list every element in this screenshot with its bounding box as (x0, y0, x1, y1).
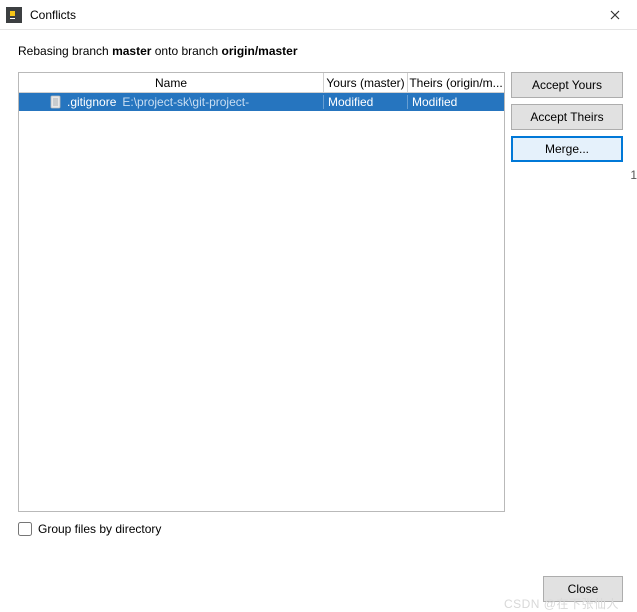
desc-middle: onto branch (151, 44, 221, 58)
file-icon (49, 95, 63, 109)
group-files-checkbox[interactable] (18, 522, 32, 536)
group-files-row: Group files by directory (18, 522, 623, 536)
accept-theirs-button[interactable]: Accept Theirs (511, 104, 623, 130)
cell-yours: Modified (324, 95, 408, 109)
table-body: .gitignore E:\project-sk\git-project- Mo… (19, 93, 504, 511)
stray-text: 1 (630, 168, 637, 182)
app-icon (6, 7, 22, 23)
dialog-footer: Close (543, 576, 623, 602)
conflicts-table: Name Yours (master) Theirs (origin/m... … (18, 72, 505, 512)
cell-theirs: Modified (408, 95, 504, 109)
table-header: Name Yours (master) Theirs (origin/m... (19, 73, 504, 93)
description-text: Rebasing branch master onto branch origi… (18, 44, 623, 58)
column-header-theirs[interactable]: Theirs (origin/m... (408, 73, 504, 92)
window-title: Conflicts (30, 8, 595, 22)
desc-remote-branch: origin/master (221, 44, 297, 58)
table-row[interactable]: .gitignore E:\project-sk\git-project- Mo… (19, 93, 504, 111)
column-header-name[interactable]: Name (19, 73, 324, 92)
filepath-text: E:\project-sk\git-project- (122, 95, 249, 109)
desc-prefix: Rebasing branch (18, 44, 112, 58)
action-buttons: Accept Yours Accept Theirs Merge... (511, 72, 623, 512)
dialog-content: Rebasing branch master onto branch origi… (0, 30, 637, 536)
group-files-label[interactable]: Group files by directory (38, 522, 161, 536)
filename-text: .gitignore (67, 95, 116, 109)
cell-name: .gitignore E:\project-sk\git-project- (19, 95, 324, 109)
desc-local-branch: master (112, 44, 151, 58)
close-icon[interactable] (595, 1, 635, 29)
titlebar: Conflicts (0, 0, 637, 30)
close-button[interactable]: Close (543, 576, 623, 602)
merge-button[interactable]: Merge... (511, 136, 623, 162)
accept-yours-button[interactable]: Accept Yours (511, 72, 623, 98)
column-header-yours[interactable]: Yours (master) (324, 73, 408, 92)
